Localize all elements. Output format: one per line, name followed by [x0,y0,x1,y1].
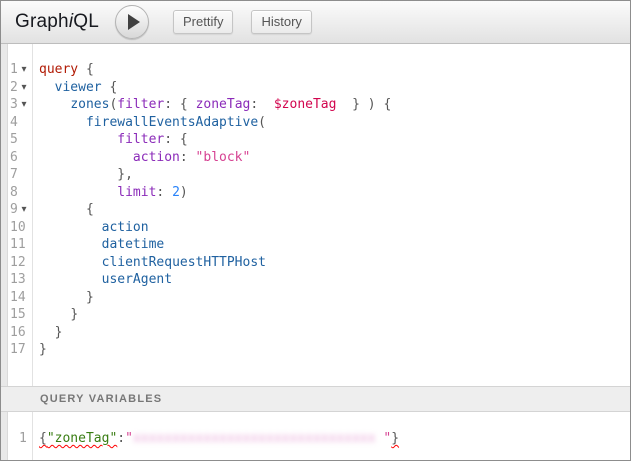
prettify-button[interactable]: Prettify [173,10,233,34]
line-number: 15 [10,306,26,324]
code-line[interactable]: 12 clientRequestHTTPHost [1,254,630,272]
code-text: userAgent [1,271,172,289]
query-editor-lines: 1▾query {2▾ viewer {3▾ zones(filter: { z… [1,44,630,359]
code-line[interactable]: 14 } [1,289,630,307]
code-text: action: "block" [1,149,250,167]
code-text: limit: 2) [1,184,188,202]
fold-arrow-icon[interactable]: ▾ [18,79,30,97]
history-button[interactable]: History [251,10,311,34]
fold-arrow-icon[interactable]: ▾ [18,201,30,219]
code-line[interactable]: 6 action: "block" [1,149,630,167]
code-text: {"zoneTag":"xxxxxxxxxxxxxxxxxxxxxxxxxxxx… [1,430,399,448]
fold-arrow-icon[interactable]: ▾ [18,96,30,114]
query-editor[interactable]: 1▾query {2▾ viewer {3▾ zones(filter: { z… [1,44,630,386]
line-number: 4 [10,114,18,132]
execute-query-button[interactable] [115,5,149,39]
line-number: 2 [10,79,18,97]
code-line[interactable]: 16 } [1,324,630,342]
graphiql-logo: GraphiQL [15,11,99,33]
code-line[interactable]: 13 userAgent [1,271,630,289]
code-line[interactable]: 4 firewallEventsAdaptive( [1,114,630,132]
code-text: zones(filter: { zoneTag: $zoneTag } ) { [1,96,391,114]
play-icon [128,14,140,30]
query-variables-header[interactable]: QUERY VARIABLES [1,386,630,412]
line-number: 5 [10,131,18,149]
line-number: 6 [10,149,18,167]
line-number: 3 [10,96,18,114]
line-number: 16 [10,324,26,342]
line-number: 14 [10,289,26,307]
query-variables-lines: 1{"zoneTag":"xxxxxxxxxxxxxxxxxxxxxxxxxxx… [1,412,630,448]
line-number: 1 [19,430,27,448]
line-number: 1 [10,61,18,79]
code-line[interactable]: 1{"zoneTag":"xxxxxxxxxxxxxxxxxxxxxxxxxxx… [1,430,630,448]
fold-arrow-icon[interactable]: ▾ [18,61,30,79]
query-variables-editor[interactable]: 1{"zoneTag":"xxxxxxxxxxxxxxxxxxxxxxxxxxx… [1,412,630,460]
code-line[interactable]: 11 datetime [1,236,630,254]
code-text: firewallEventsAdaptive( [1,114,266,132]
code-line[interactable]: 17} [1,341,630,359]
code-text: clientRequestHTTPHost [1,254,266,272]
code-line[interactable]: 8 limit: 2) [1,184,630,202]
line-number: 12 [10,254,26,272]
line-number: 10 [10,219,26,237]
logo-text-pre: Graph [15,11,69,32]
toolbar: GraphiQL Prettify History [1,1,630,44]
line-number: 7 [10,166,18,184]
code-line[interactable]: 1▾query { [1,61,630,79]
line-number: 17 [10,341,26,359]
line-number: 9 [10,201,18,219]
code-line[interactable]: 5 filter: { [1,131,630,149]
code-line[interactable]: 3▾ zones(filter: { zoneTag: $zoneTag } )… [1,96,630,114]
query-variables-title: QUERY VARIABLES [40,393,162,405]
code-line[interactable]: 2▾ viewer { [1,79,630,97]
code-text: filter: { [1,131,188,149]
line-number: 11 [10,236,26,254]
line-number: 8 [10,184,18,202]
code-line[interactable]: 10 action [1,219,630,237]
code-text: }, [1,166,133,184]
line-number: 13 [10,271,26,289]
code-line[interactable]: 15 } [1,306,630,324]
graphiql-window: GraphiQL Prettify History 1▾query {2▾ vi… [0,0,631,461]
logo-text-post: QL [73,11,99,32]
code-line[interactable]: 7 }, [1,166,630,184]
code-line[interactable]: 9▾ { [1,201,630,219]
